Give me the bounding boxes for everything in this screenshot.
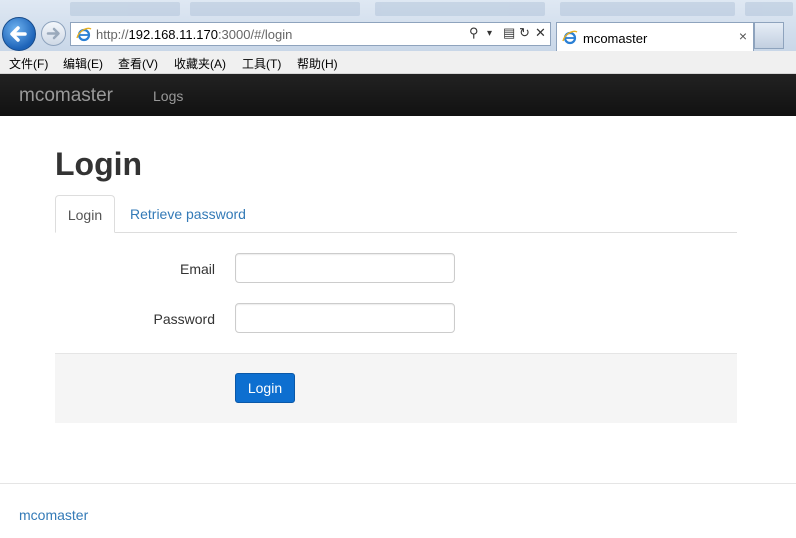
refresh-icon[interactable]: ↻ [519,25,530,41]
menu-help[interactable]: 帮助(H) [297,55,338,72]
password-label: Password [153,311,215,327]
address-bar[interactable]: http://192.168.11.170:3000/#/login ⚲ ▾ ▤… [70,22,551,46]
tab-login-label: Login [67,207,103,223]
compat-view-icon[interactable]: ▤ [503,25,515,41]
url-path: :3000/#/login [217,27,293,42]
stop-icon[interactable]: ✕ [535,25,546,41]
tab-login[interactable]: Login [55,195,115,233]
search-icon[interactable]: ⚲ [469,25,479,41]
menu-file[interactable]: 文件(F) [9,55,48,72]
menu-tools[interactable]: 工具(T) [242,55,281,72]
menu-edit[interactable]: 编辑(E) [63,55,103,72]
password-field[interactable] [235,303,455,333]
forward-icon[interactable] [41,21,66,46]
email-field[interactable] [235,253,455,283]
tabs-divider [55,232,737,233]
url-host: 192.168.11.170 [128,27,218,42]
back-icon[interactable] [2,17,36,51]
browser-tab-active[interactable]: mcomaster × [556,22,754,51]
background-tabs [0,0,796,18]
ie-icon [562,30,578,45]
navbar-brand[interactable]: mcomaster [19,85,113,107]
footer-divider [0,483,796,484]
url-scheme: http:// [96,27,129,42]
menu-bar: 文件(F) 编辑(E) 查看(V) 收藏夹(A) 工具(T) 帮助(H) [0,51,796,74]
menu-favorites[interactable]: 收藏夹(A) [174,55,226,72]
dropdown-icon[interactable]: ▾ [487,28,492,39]
nav-item-logs[interactable]: Logs [153,88,183,104]
new-tab-button[interactable] [754,22,784,49]
footer-link[interactable]: mcomaster [19,507,88,523]
email-label: Email [179,261,215,277]
login-button[interactable]: Login [235,373,295,403]
address-url[interactable]: http://192.168.11.170:3000/#/login [96,27,292,42]
page-title: Login [55,146,143,182]
close-icon[interactable]: × [739,28,747,44]
browser-tab-title: mcomaster [583,31,648,46]
tab-retrieve-password[interactable]: Retrieve password [130,206,246,222]
menu-view[interactable]: 查看(V) [118,55,158,72]
browser-chrome: http://192.168.11.170:3000/#/login ⚲ ▾ ▤… [0,0,796,51]
ie-icon [76,27,92,42]
form-actions: Login [55,353,737,423]
navbar: mcomaster Logs [0,74,796,116]
